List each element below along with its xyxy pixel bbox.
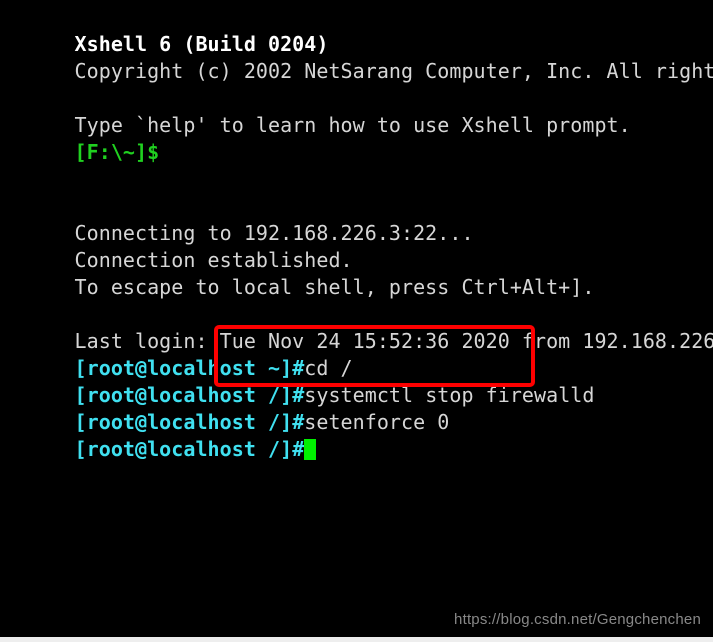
prompt-hash-icon: # [292,437,305,461]
local-shell-prompt: [F:\~]$ [74,140,160,164]
copyright-text: Copyright (c) 2002 NetSarang Computer, I… [74,59,713,83]
shell-prompt-root-3: [root@localhost /] [74,437,293,461]
escape-hint-text: To escape to local shell, press Ctrl+Alt… [74,275,595,299]
last-login-text: Last login: Tue Nov 24 15:52:36 2020 fro… [74,329,713,353]
command-text-stop-firewalld: systemctl stop firewalld [304,383,595,407]
terminal-window[interactable]: Xshell 6 (Build 0204) Copyright (c) 2002… [0,0,713,642]
command-text-cd: cd / [304,356,353,380]
connecting-text: Connecting to 192.168.226.3:22... [74,221,474,245]
shell-prompt-root-1: [root@localhost /] [74,383,293,407]
terminal-line-connecting: Connecting to 192.168.226.3:22... [2,193,713,245]
terminal-line-help-hint: Type `help' to learn how to use Xshell p… [2,85,713,137]
text-cursor [304,439,317,460]
prompt-hash-icon: # [292,356,305,380]
terminal-output: Xshell 6 (Build 0204) Copyright (c) 2002… [0,0,713,461]
prompt-hash-icon: # [292,410,305,434]
page-bottom-strip [0,637,713,642]
shell-prompt-home: [root@localhost ~] [74,356,293,380]
shell-prompt-root-2: [root@localhost /] [74,410,293,434]
prompt-hash-icon: # [292,383,305,407]
terminal-line-app-title: Xshell 6 (Build 0204) [2,4,713,56]
command-text-setenforce: setenforce 0 [304,410,450,434]
help-hint-text: Type `help' to learn how to use Xshell p… [74,113,631,137]
connection-established-text: Connection established. [74,248,353,272]
watermark-text: https://blog.csdn.net/Gengchenchen [454,611,701,628]
terminal-line-blank-3 [2,166,713,193]
terminal-line-last-login: Last login: Tue Nov 24 15:52:36 2020 fro… [2,301,713,353]
app-title: Xshell 6 (Build 0204) [74,32,329,56]
